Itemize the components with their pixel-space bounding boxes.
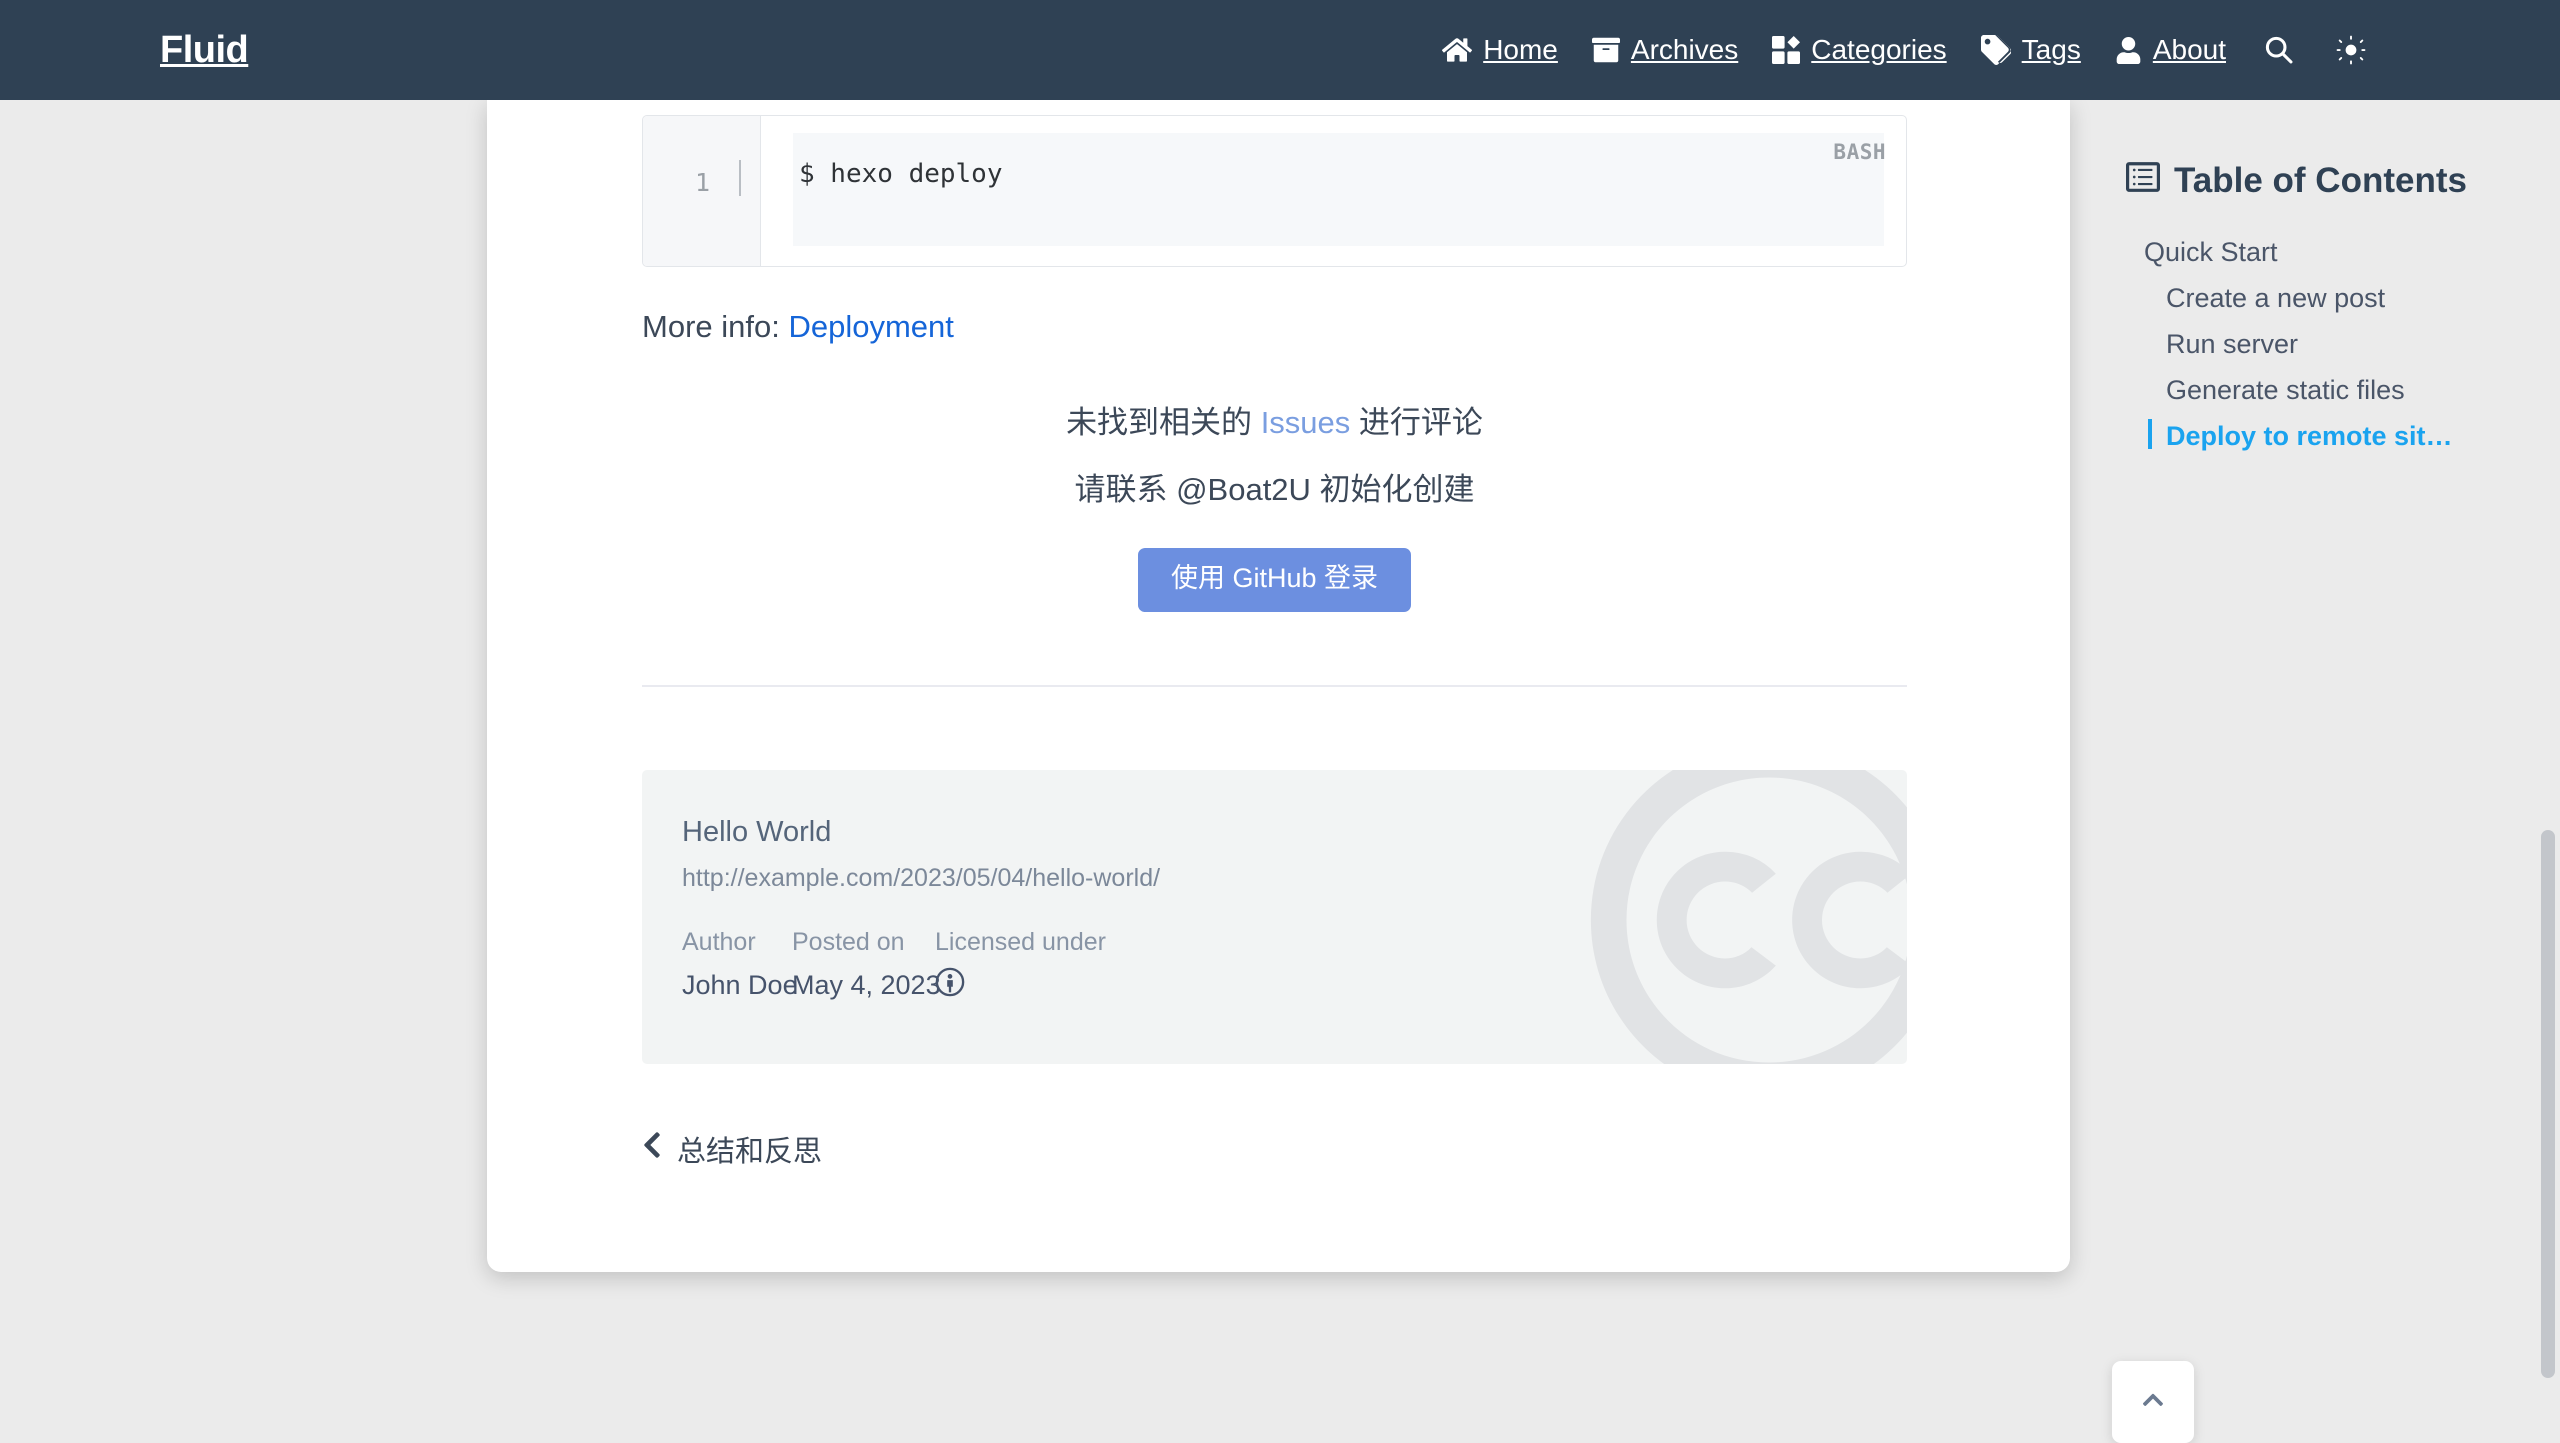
code-line-number: 1 [695,168,711,197]
archive-box-icon [1591,36,1620,64]
search-icon [2264,35,2294,65]
code-language-label: BASH [1833,140,1886,164]
home-icon [1442,35,1473,65]
nav-item-home[interactable]: Home [1442,35,1558,65]
toc-item-create-a-new-post[interactable]: Create a new post [2126,276,2526,322]
meta-posted-label: Posted on [792,928,905,957]
table-of-contents: Table of Contents Quick Start Create a n… [2126,160,2526,460]
nav-label-archives: Archives [1630,34,1739,65]
comments-no-issue-line: 未找到相关的 Issues 进行评论 [642,399,1907,447]
page-scrollbar-track[interactable] [2536,100,2560,1378]
issues-link[interactable]: Issues [1261,405,1351,440]
nav-label-about: About [2152,34,2226,65]
comments-text-after: 进行评论 [1358,405,1483,441]
more-info-prefix: More info: [642,309,780,344]
post-url-link[interactable]: http://example.com/2023/05/04/hello-worl… [682,866,1160,891]
previous-post-link[interactable]: 总结和反思 [642,1128,822,1170]
creative-commons-watermark-icon [1579,770,1907,1065]
tag-icon [1980,35,2011,65]
nav-item-about[interactable]: About [2115,36,2226,64]
categories-icon [1772,36,1801,64]
comments-contact-line: 请联系 @Boat2U 初始化创建 [1074,472,1475,508]
nav-label-tags: Tags [2021,34,2081,65]
code-block: 1 BASH $ hexo deploy [642,115,1907,267]
post-meta-row: Author John Doe Posted on May 4, 2023 Li… [682,930,1106,1002]
comments-section: 未找到相关的 Issues 进行评论 请联系 @Boat2U 初始化创建 使用 … [642,399,1907,613]
nav-label-home: Home [1483,34,1558,65]
toc-list: Quick Start Create a new post Run server… [2126,230,2526,460]
page-scrollbar-thumb[interactable] [2541,830,2555,1378]
post-title: Hello World [682,816,832,849]
article-content-card: 1 BASH $ hexo deploy More info: Deployme… [487,100,2070,1272]
meta-posted-value: May 4, 2023 [792,970,941,1001]
nav-item-tags[interactable]: Tags [1980,34,2081,65]
nav-item-theme-toggle[interactable] [2332,35,2370,65]
previous-post-label: 总结和反思 [677,1136,823,1169]
chevron-up-icon [2134,1388,2172,1417]
meta-license-label: Licensed under [935,928,1106,957]
code-area[interactable]: BASH $ hexo deploy [761,116,1906,266]
meta-author-value: John Doe [682,970,798,1001]
nav-item-archives[interactable]: Archives [1591,34,1739,65]
code-text: $ hexo deploy [799,159,1003,189]
code-gutter: 1 [643,116,761,266]
meta-author-label: Author [682,928,756,957]
nav-item-categories[interactable]: Categories [1772,34,1947,65]
meta-license: Licensed under [935,930,1106,1002]
github-login-button[interactable]: 使用 GitHub 登录 [1137,548,1412,613]
code-background [793,133,1884,246]
comments-text-before: 未找到相关的 [1066,405,1253,441]
meta-posted-on: Posted on May 4, 2023 [792,928,941,1002]
main-navigation: Home Archives Categories Tags About [1442,35,2370,65]
meta-author: Author John Doe [682,928,798,1002]
back-to-top-button[interactable] [2112,1361,2194,1443]
chevron-left-icon [642,1130,662,1168]
user-icon [2115,36,2142,64]
more-info-line: More info: Deployment [642,307,1907,347]
toc-header: Table of Contents [2126,160,2526,200]
toc-item-quick-start[interactable]: Quick Start [2126,230,2526,276]
site-navbar: Fluid Home Archives Categories Tags Abou… [0,0,2560,100]
page-body: 1 BASH $ hexo deploy More info: Deployme… [0,100,2560,1443]
list-table-icon [2126,160,2160,200]
code-caret [739,160,741,196]
site-brand-logo[interactable]: Fluid [160,31,249,69]
toc-item-deploy-to-remote-sites[interactable]: Deploy to remote sit… [2126,414,2526,460]
deployment-link[interactable]: Deployment [788,309,953,344]
nav-item-search[interactable] [2260,35,2298,65]
post-copyright-card: Hello World http://example.com/2023/05/0… [642,770,1907,1065]
article-inner: 1 BASH $ hexo deploy More info: Deployme… [642,100,1907,1170]
cc-by-icon[interactable] [935,967,1106,1002]
toc-item-run-server[interactable]: Run server [2126,322,2526,368]
section-divider [642,685,1907,688]
sun-icon [2336,35,2366,65]
toc-title: Table of Contents [2174,160,2467,200]
nav-label-categories: Categories [1811,34,1947,65]
toc-item-generate-static-files[interactable]: Generate static files [2126,368,2526,414]
